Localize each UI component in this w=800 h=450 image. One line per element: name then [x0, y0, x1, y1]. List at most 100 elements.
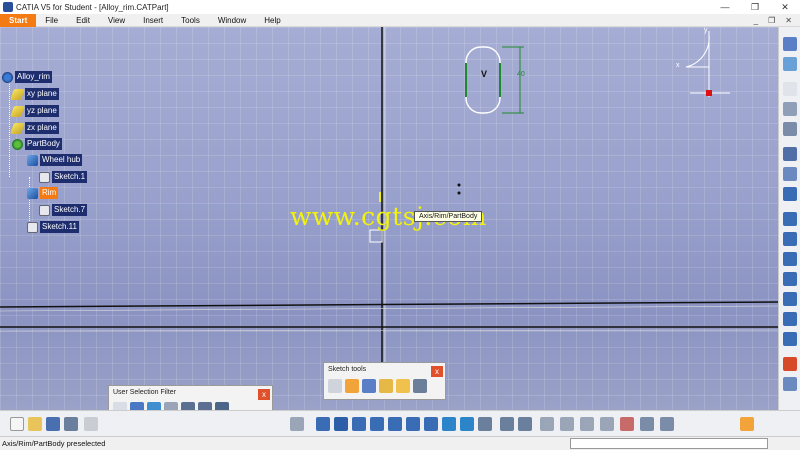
plane-icon [9, 88, 26, 100]
iso-view-icon[interactable] [460, 417, 474, 431]
cursor-dot-2 [457, 191, 461, 195]
document-controls: _ ❐ ✕ [754, 14, 792, 27]
shaft-feature-icon[interactable] [640, 417, 654, 431]
sketch-tools-close-button[interactable]: x [431, 366, 443, 377]
groove-icon[interactable] [660, 417, 674, 431]
status-bar: Axis/Rim/PartBody preselected [0, 436, 800, 450]
axis-icon[interactable] [783, 312, 797, 326]
menu-window[interactable]: Window [209, 14, 255, 27]
position-sketch-icon[interactable] [783, 57, 797, 71]
knowledge-icon[interactable] [580, 417, 594, 431]
multi-view-icon[interactable] [442, 417, 456, 431]
doc-minimize-button[interactable]: _ [754, 14, 758, 27]
exit-workbench-icon[interactable] [783, 82, 797, 96]
zoom-in-icon[interactable] [388, 417, 402, 431]
operation-icon[interactable] [783, 122, 797, 136]
rotate-icon[interactable] [370, 417, 384, 431]
tree-item-sketch-1[interactable]: Sketch.1 [39, 171, 88, 183]
sketch-icon[interactable] [783, 37, 797, 51]
pad-icon[interactable] [600, 417, 614, 431]
corner-icon[interactable] [783, 357, 797, 371]
spline-icon[interactable] [783, 252, 797, 266]
new-file-icon[interactable] [10, 417, 24, 431]
shading-icon[interactable] [478, 417, 492, 431]
apply-material-icon[interactable] [560, 417, 574, 431]
tree-item-sketch-11[interactable]: Sketch.11 [27, 221, 79, 233]
sketch-tools-title: Sketch tools [328, 366, 367, 373]
tree-item-rim[interactable]: Rim [27, 187, 59, 199]
point-icon[interactable] [783, 332, 797, 346]
preselection-marker [369, 229, 383, 243]
tree-item-wheel-hub[interactable]: Wheel hub [27, 154, 83, 166]
undo-icon[interactable] [290, 417, 304, 431]
title-bar: CATIA V5 for Student - [Alloy_rim.CATPar… [0, 0, 800, 14]
bottom-toolbar [0, 410, 800, 436]
autodetect-icon[interactable] [413, 379, 427, 393]
menu-insert[interactable]: Insert [134, 14, 172, 27]
menu-tools[interactable]: Tools [172, 14, 209, 27]
sketch-tools-panel: Sketch tools x [323, 362, 446, 400]
close-button[interactable]: ✕ [770, 0, 800, 14]
dimension-value[interactable]: 40 [517, 71, 525, 78]
3d-viewport[interactable]: V 40 x y Alloy_rim xy plane yz plane zx … [0, 27, 778, 410]
status-message: Axis/Rim/PartBody preselected [2, 439, 106, 448]
maximize-button[interactable]: ❐ [740, 0, 770, 14]
tree-root[interactable]: Alloy_rim [2, 71, 52, 83]
doc-restore-button[interactable]: ❐ [768, 14, 775, 27]
hide-show-icon[interactable] [500, 417, 514, 431]
tree-item-partbody[interactable]: PartBody [12, 138, 62, 150]
doc-close-button[interactable]: ✕ [785, 14, 792, 27]
pan-icon[interactable] [352, 417, 366, 431]
partbody-icon [12, 138, 23, 150]
fix-together-icon[interactable] [783, 167, 797, 181]
dimensional-constraints-icon[interactable] [396, 379, 410, 393]
window-controls: — ❐ ✕ [710, 0, 800, 14]
preselection-tooltip: Axis/Rim/PartBody [414, 211, 483, 222]
part-icon [2, 71, 13, 83]
rectangle-icon[interactable] [783, 212, 797, 226]
sketch-tools-buttons [324, 377, 445, 395]
minimize-button[interactable]: — [710, 0, 740, 14]
pocket-icon[interactable] [620, 417, 634, 431]
animate-constraint-icon[interactable] [783, 187, 797, 201]
save-icon[interactable] [46, 417, 60, 431]
compass-x-label: x [676, 62, 680, 69]
swap-space-icon[interactable] [518, 417, 532, 431]
tree-item-yz-plane[interactable]: yz plane [9, 105, 59, 117]
tree-item-zx-plane[interactable]: zx plane [9, 122, 59, 134]
compass-origin [706, 90, 712, 96]
print-icon[interactable] [64, 417, 78, 431]
normal-view-icon[interactable] [424, 417, 438, 431]
tree-item-xy-plane[interactable]: xy plane [9, 88, 59, 100]
compass-y-label: y [704, 27, 708, 34]
zoom-out-icon[interactable] [406, 417, 420, 431]
fly-mode-icon[interactable] [316, 417, 330, 431]
tree-item-sketch-7[interactable]: Sketch.7 [39, 204, 88, 216]
line-icon[interactable] [783, 292, 797, 306]
conic-icon[interactable] [783, 272, 797, 286]
profile-icon[interactable] [783, 102, 797, 116]
grid-toggle-icon[interactable] [740, 417, 754, 431]
window-title: CATIA V5 for Student - [Alloy_rim.CATPar… [16, 2, 169, 12]
catia-logo-icon [783, 377, 797, 391]
menu-help[interactable]: Help [255, 14, 289, 27]
selection-filter-close-button[interactable]: x [258, 389, 270, 400]
cut-icon[interactable] [84, 417, 98, 431]
plane-icon [9, 122, 26, 134]
command-input[interactable] [570, 438, 768, 449]
right-toolbar [778, 27, 800, 410]
menu-file[interactable]: File [36, 14, 67, 27]
menu-start[interactable]: Start [0, 13, 37, 27]
tree-connector [9, 79, 10, 177]
menu-edit[interactable]: Edit [67, 14, 99, 27]
grid-icon[interactable] [328, 379, 342, 393]
measure-icon[interactable] [540, 417, 554, 431]
circle-icon[interactable] [783, 232, 797, 246]
constraint-icon[interactable] [783, 147, 797, 161]
fit-all-icon[interactable] [334, 417, 348, 431]
snap-to-point-icon[interactable] [345, 379, 359, 393]
geometric-constraints-icon[interactable] [379, 379, 393, 393]
open-file-icon[interactable] [28, 417, 42, 431]
menu-view[interactable]: View [99, 14, 134, 27]
construction-icon[interactable] [362, 379, 376, 393]
